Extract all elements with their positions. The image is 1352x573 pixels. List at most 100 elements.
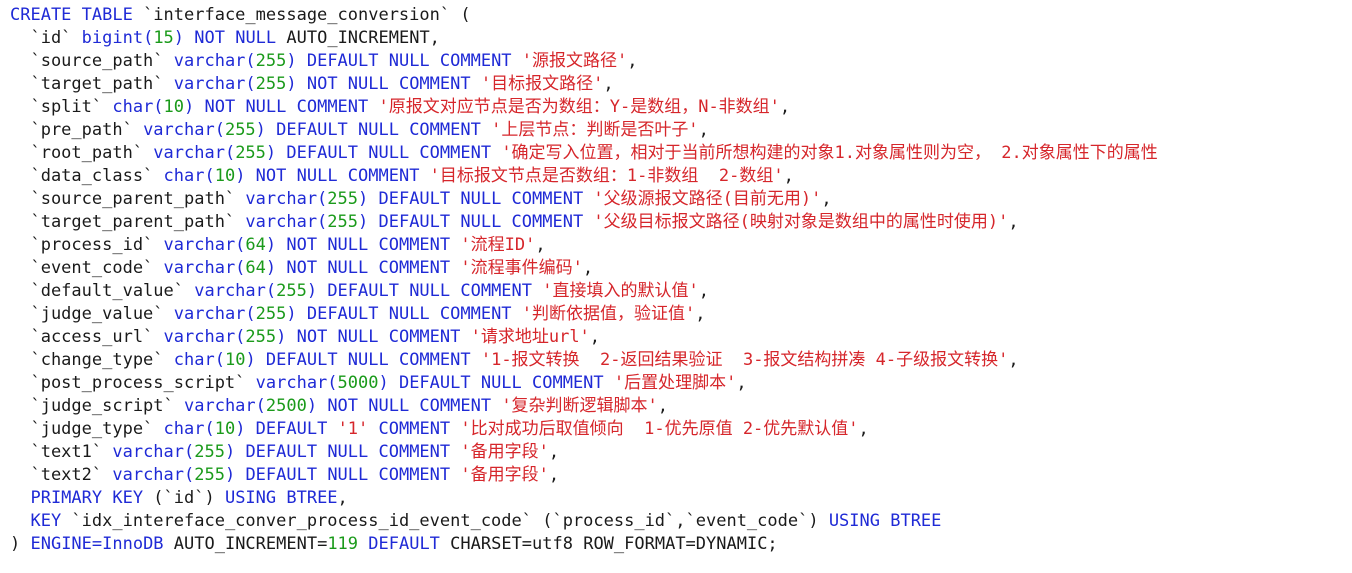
code-token: varchar( <box>194 281 277 301</box>
code-token: 10 <box>214 166 236 186</box>
code-token: , <box>736 373 747 393</box>
code-token: ) NOT NULL COMMENT <box>265 258 461 278</box>
code-token: ) DEFAULT NULL COMMENT <box>378 373 614 393</box>
code-token: varchar( <box>163 258 246 278</box>
code-token: '复杂判断逻辑脚本' <box>501 396 658 416</box>
code-token: varchar( <box>112 442 195 462</box>
code-token: 10 <box>163 97 185 117</box>
code-token: `data_class` <box>10 166 164 186</box>
code-token: '上层节点：判断是否叶子' <box>491 120 699 140</box>
code-token: '目标报文路径' <box>480 74 604 94</box>
code-line: `event_code` varchar(64) NOT NULL COMMEN… <box>10 257 1352 280</box>
code-token: '流程ID' <box>460 235 536 255</box>
code-token: '直接填入的默认值' <box>542 281 699 301</box>
code-token: ) DEFAULT NULL COMMENT <box>245 350 481 370</box>
code-token: ) DEFAULT NULL COMMENT <box>224 465 461 485</box>
code-line: `text2` varchar(255) DEFAULT NULL COMMEN… <box>10 464 1352 487</box>
code-token: `text1` <box>10 442 113 462</box>
code-token: ) DEFAULT NULL COMMENT <box>306 281 543 301</box>
code-token: varchar( <box>163 235 246 255</box>
code-token: char( <box>112 97 164 117</box>
code-token: AUTO_INCREMENT= <box>173 534 328 554</box>
code-token: 255 <box>255 74 287 94</box>
code-token: `pre_path` <box>10 120 144 140</box>
code-token: , <box>1008 212 1019 232</box>
code-token: , <box>695 304 706 324</box>
code-token: '流程事件编码' <box>460 258 583 278</box>
code-token: ) DEFAULT <box>235 419 338 439</box>
code-token: , <box>627 51 638 71</box>
code-token: ) NOT NULL COMMENT <box>306 396 502 416</box>
code-token: ) NOT NULL COMMENT <box>235 166 430 186</box>
code-token: '判断依据值，验证值' <box>521 304 696 324</box>
code-token: , <box>858 419 869 439</box>
code-token: DEFAULT <box>358 534 451 554</box>
code-token: '确定写入位置，相对于当前所想构建的对象1.对象属性则为空， 2.对象属性下的属… <box>501 143 1158 163</box>
code-token: `root_path` <box>10 143 154 163</box>
code-line: `target_path` varchar(255) NOT NULL COMM… <box>10 73 1352 96</box>
code-token: 15 <box>153 28 174 48</box>
code-token: 10 <box>224 350 246 370</box>
code-token: `judge_value` <box>10 304 174 324</box>
code-line: `data_class` char(10) NOT NULL COMMENT '… <box>10 165 1352 188</box>
code-token: , <box>779 97 791 117</box>
code-token: varchar( <box>153 143 236 163</box>
code-token: `judge_type` <box>10 419 164 439</box>
code-token: `target_parent_path` <box>10 212 246 232</box>
code-token: ) DEFAULT NULL COMMENT <box>286 51 522 71</box>
code-token: varchar( <box>173 304 256 324</box>
code-token: ENGINE=InnoDB <box>30 534 174 554</box>
code-token: '请求地址url' <box>470 327 590 347</box>
sql-code-editor[interactable]: CREATE TABLE `interface_message_conversi… <box>10 4 1352 556</box>
code-line: `judge_value` varchar(255) DEFAULT NULL … <box>10 303 1352 326</box>
code-token: 255 <box>327 212 359 232</box>
code-token: ) DEFAULT NULL COMMENT <box>358 189 594 209</box>
code-token: , <box>783 166 794 186</box>
code-token: ) NOT NULL COMMENT <box>184 97 379 117</box>
code-line: `source_path` varchar(255) DEFAULT NULL … <box>10 50 1352 73</box>
code-token: `access_url` <box>10 327 164 347</box>
code-token: , <box>698 281 709 301</box>
code-token: 255 <box>255 304 287 324</box>
code-token: varchar( <box>143 120 225 140</box>
code-token: '源报文路径' <box>521 51 628 71</box>
code-token: 64 <box>245 235 266 255</box>
code-line: `split` char(10) NOT NULL COMMENT '原报文对应… <box>10 96 1352 119</box>
code-token: char( <box>163 166 215 186</box>
code-token: '比对成功后取值倾向 1-优先原值 2-优先默认值' <box>460 419 859 439</box>
code-line: `change_type` char(10) DEFAULT NULL COMM… <box>10 349 1352 372</box>
code-token: `judge_script` <box>10 396 184 416</box>
code-token: varchar( <box>173 74 256 94</box>
code-token: , <box>657 396 669 416</box>
code-token: COMMENT <box>368 419 461 439</box>
code-token: `event_code` <box>10 258 164 278</box>
code-line: `post_process_script` varchar(5000) DEFA… <box>10 372 1352 395</box>
code-line: `default_value` varchar(255) DEFAULT NUL… <box>10 280 1352 303</box>
code-token: , <box>1008 350 1019 370</box>
code-token: char( <box>163 419 215 439</box>
code-token: '1-报文转换 2-返回结果验证 3-报文结构拼凑 4-子级报文转换' <box>480 350 1009 370</box>
code-token: varchar( <box>245 212 328 232</box>
code-token: 255 <box>276 281 307 301</box>
code-token: `id` <box>10 28 82 48</box>
code-token: varchar( <box>245 189 328 209</box>
code-token: PRIMARY KEY <box>10 488 154 508</box>
code-token: KEY <box>10 511 72 531</box>
code-token: `split` <box>10 97 113 117</box>
code-token: 255 <box>255 51 287 71</box>
code-token: CHARSET=utf8 ROW_FORMAT=DYNAMIC; <box>450 534 778 554</box>
code-token: `idx_intereface_conver_process_id_event_… <box>71 511 829 531</box>
code-line: `access_url` varchar(255) NOT NULL COMME… <box>10 326 1352 349</box>
code-token: CREATE TABLE <box>10 5 133 25</box>
code-token: '备用字段' <box>460 442 549 462</box>
code-token: ) DEFAULT NULL COMMENT <box>224 442 461 462</box>
code-token: 255 <box>194 465 225 485</box>
code-token: char( <box>173 350 225 370</box>
code-token: AUTO_INCREMENT, <box>286 28 440 48</box>
code-token: `post_process_script` <box>10 373 256 393</box>
code-token: varchar( <box>184 396 266 416</box>
code-line: `root_path` varchar(255) DEFAULT NULL CO… <box>10 142 1352 165</box>
code-token: (`id`) <box>153 488 225 508</box>
code-token: ) <box>10 534 31 554</box>
code-line: `judge_script` varchar(2500) NOT NULL CO… <box>10 395 1352 418</box>
